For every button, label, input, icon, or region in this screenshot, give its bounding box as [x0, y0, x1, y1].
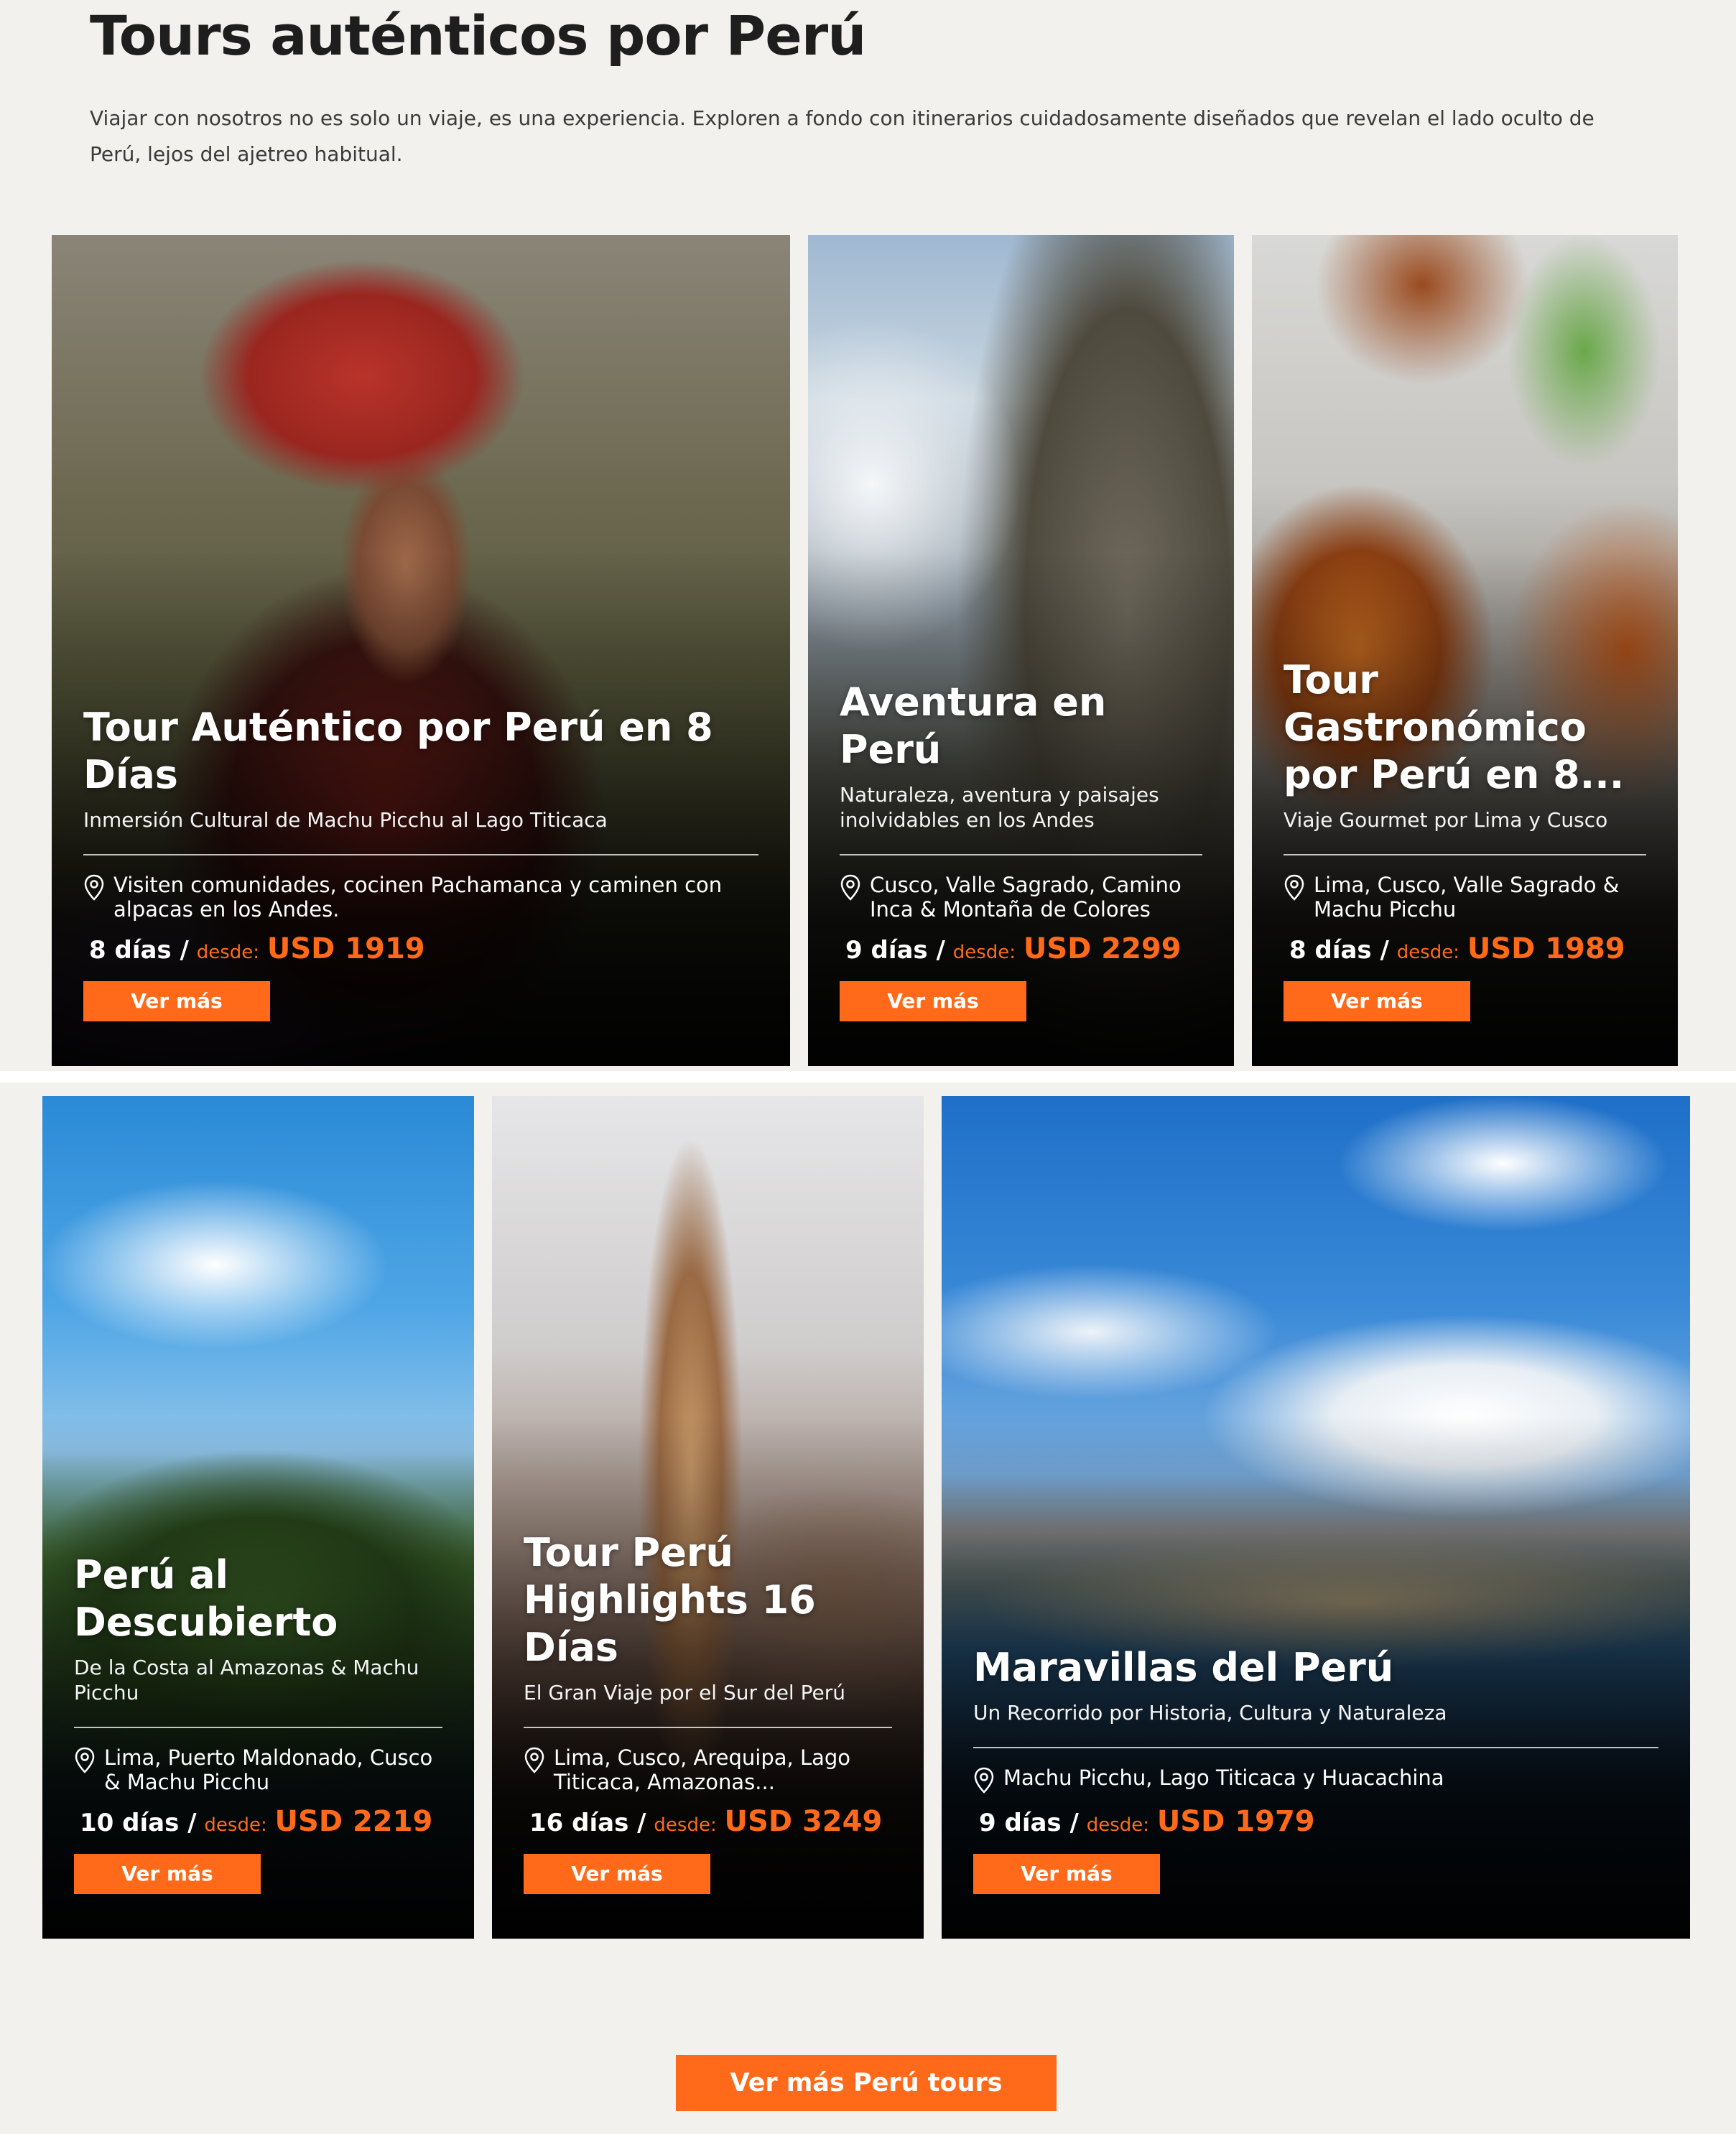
card-price-value: USD 2219	[274, 1805, 433, 1838]
card-days: 8 días /	[1289, 936, 1389, 965]
card-title: Tour Perú Highlights 16 Días	[524, 1530, 816, 1670]
card-price: 9 días / desde: USD 2299	[845, 933, 1202, 968]
ver-mas-button[interactable]: Ver más	[973, 1854, 1160, 1894]
card-location: Visiten comunidades, cocinen Pachamanca …	[83, 873, 758, 922]
card-subtitle: El Gran Viaje por el Sur del Perú	[524, 1681, 845, 1704]
card-subtitle: De la Costa al Amazonas & Machu Picchu	[74, 1656, 419, 1704]
card-price-value: USD 1989	[1467, 932, 1625, 965]
card-location: Cusco, Valle Sagrado, Camino Inca & Mont…	[840, 873, 1202, 922]
card-price: 8 días / desde: USD 1919	[89, 933, 758, 968]
location-pin-icon	[1284, 874, 1304, 901]
card-days: 9 días /	[845, 936, 945, 965]
ver-mas-button[interactable]: Ver más	[840, 981, 1026, 1021]
card-from-label: desde:	[1086, 1814, 1150, 1836]
card-divider	[973, 1747, 1658, 1748]
card-divider	[840, 854, 1202, 855]
card-subtitle: Naturaleza, aventura y paisajes inolvida…	[840, 783, 1159, 832]
card-content: Tour Gastronómico por Perú en 8... Viaje…	[1284, 657, 1646, 1066]
tour-card-autentico[interactable]: Tour Auténtico por Perú en 8 Días Inmers…	[52, 235, 790, 1066]
card-divider	[1284, 854, 1646, 855]
ver-mas-peru-tours-button[interactable]: Ver más Perú tours	[676, 2055, 1057, 2111]
card-subtitle: Inmersión Cultural de Machu Picchu al La…	[83, 808, 608, 832]
card-title: Tour Auténtico por Perú en 8 Días	[83, 705, 713, 797]
tour-card-descubierto[interactable]: Perú al Descubierto De la Costa al Amazo…	[42, 1096, 474, 1939]
card-divider	[74, 1727, 442, 1728]
card-location: Machu Picchu, Lago Titicaca y Huacachina	[973, 1766, 1658, 1794]
card-days: 16 días /	[529, 1809, 646, 1837]
location-pin-icon	[75, 1747, 95, 1773]
card-subtitle: Viaje Gourmet por Lima y Cusco	[1284, 808, 1608, 832]
card-location-text: Cusco, Valle Sagrado, Camino Inca & Mont…	[870, 873, 1182, 922]
card-content: Aventura en Perú Naturaleza, aventura y …	[840, 679, 1202, 1066]
card-location: Lima, Cusco, Arequipa, Lago Titicaca, Am…	[524, 1745, 892, 1794]
tour-card-highlights[interactable]: Tour Perú Highlights 16 Días El Gran Via…	[492, 1096, 924, 1939]
section-divider	[0, 1071, 1736, 1082]
card-location-text: Lima, Cusco, Valle Sagrado & Machu Picch…	[1314, 873, 1620, 922]
ver-mas-button[interactable]: Ver más	[1284, 981, 1470, 1021]
card-from-label: desde:	[952, 942, 1016, 963]
card-subtitle: Un Recorrido por Historia, Cultura y Nat…	[973, 1701, 1447, 1725]
location-pin-icon	[974, 1767, 994, 1794]
card-price-value: USD 1979	[1156, 1805, 1315, 1838]
card-price: 8 días / desde: USD 1989	[1289, 933, 1646, 968]
card-content: Maravillas del Perú Un Recorrido por His…	[973, 1644, 1658, 1939]
card-days: 8 días /	[89, 936, 189, 965]
card-location: Lima, Puerto Maldonado, Cusco & Machu Pi…	[74, 1745, 442, 1794]
ver-mas-button[interactable]: Ver más	[74, 1854, 261, 1894]
card-divider	[83, 854, 758, 855]
card-title: Maravillas del Perú	[973, 1645, 1394, 1690]
card-divider	[524, 1727, 892, 1728]
card-content: Perú al Descubierto De la Costa al Amazo…	[74, 1551, 442, 1939]
card-price: 16 días / desde: USD 3249	[529, 1806, 892, 1841]
intro-text: Viajar con nosotros no es solo un viaje,…	[90, 106, 1595, 166]
card-price-value: USD 3249	[724, 1805, 883, 1838]
card-days: 10 días /	[80, 1809, 197, 1837]
tour-card-maravillas[interactable]: Maravillas del Perú Un Recorrido por His…	[942, 1096, 1690, 1939]
card-price: 10 días / desde: USD 2219	[80, 1806, 442, 1841]
location-pin-icon	[524, 1747, 544, 1773]
ver-mas-button[interactable]: Ver más	[524, 1854, 710, 1894]
card-content: Tour Perú Highlights 16 Días El Gran Via…	[524, 1529, 892, 1939]
card-title: Aventura en Perú	[840, 679, 1107, 772]
card-location-text: Lima, Cusco, Arequipa, Lago Titicaca, Am…	[554, 1745, 851, 1794]
card-price: 9 días / desde: USD 1979	[979, 1806, 1658, 1841]
tour-card-aventura[interactable]: Aventura en Perú Naturaleza, aventura y …	[808, 235, 1234, 1066]
location-pin-icon	[840, 874, 860, 901]
card-price-value: USD 2299	[1023, 932, 1182, 965]
card-from-label: desde:	[654, 1814, 717, 1836]
card-from-label: desde:	[204, 1814, 267, 1836]
location-pin-icon	[84, 874, 104, 901]
card-from-label: desde:	[1396, 942, 1460, 963]
tour-card-gastronomico[interactable]: Tour Gastronómico por Perú en 8... Viaje…	[1252, 235, 1678, 1066]
card-location-text: Lima, Puerto Maldonado, Cusco & Machu Pi…	[104, 1745, 433, 1794]
page-title: Tours auténticos por Perú	[90, 4, 866, 68]
card-location-text: Visiten comunidades, cocinen Pachamanca …	[113, 873, 723, 922]
card-from-label: desde:	[196, 942, 260, 963]
card-title: Tour Gastronómico por Perú en 8...	[1284, 657, 1625, 797]
card-title: Perú al Descubierto	[74, 1552, 338, 1645]
card-price-value: USD 1919	[266, 932, 425, 965]
card-content: Tour Auténtico por Perú en 8 Días Inmers…	[83, 704, 758, 1066]
ver-mas-button[interactable]: Ver más	[83, 981, 270, 1021]
card-days: 9 días /	[979, 1809, 1079, 1837]
card-location-text: Machu Picchu, Lago Titicaca y Huacachina	[1003, 1766, 1444, 1790]
card-location: Lima, Cusco, Valle Sagrado & Machu Picch…	[1284, 873, 1646, 922]
